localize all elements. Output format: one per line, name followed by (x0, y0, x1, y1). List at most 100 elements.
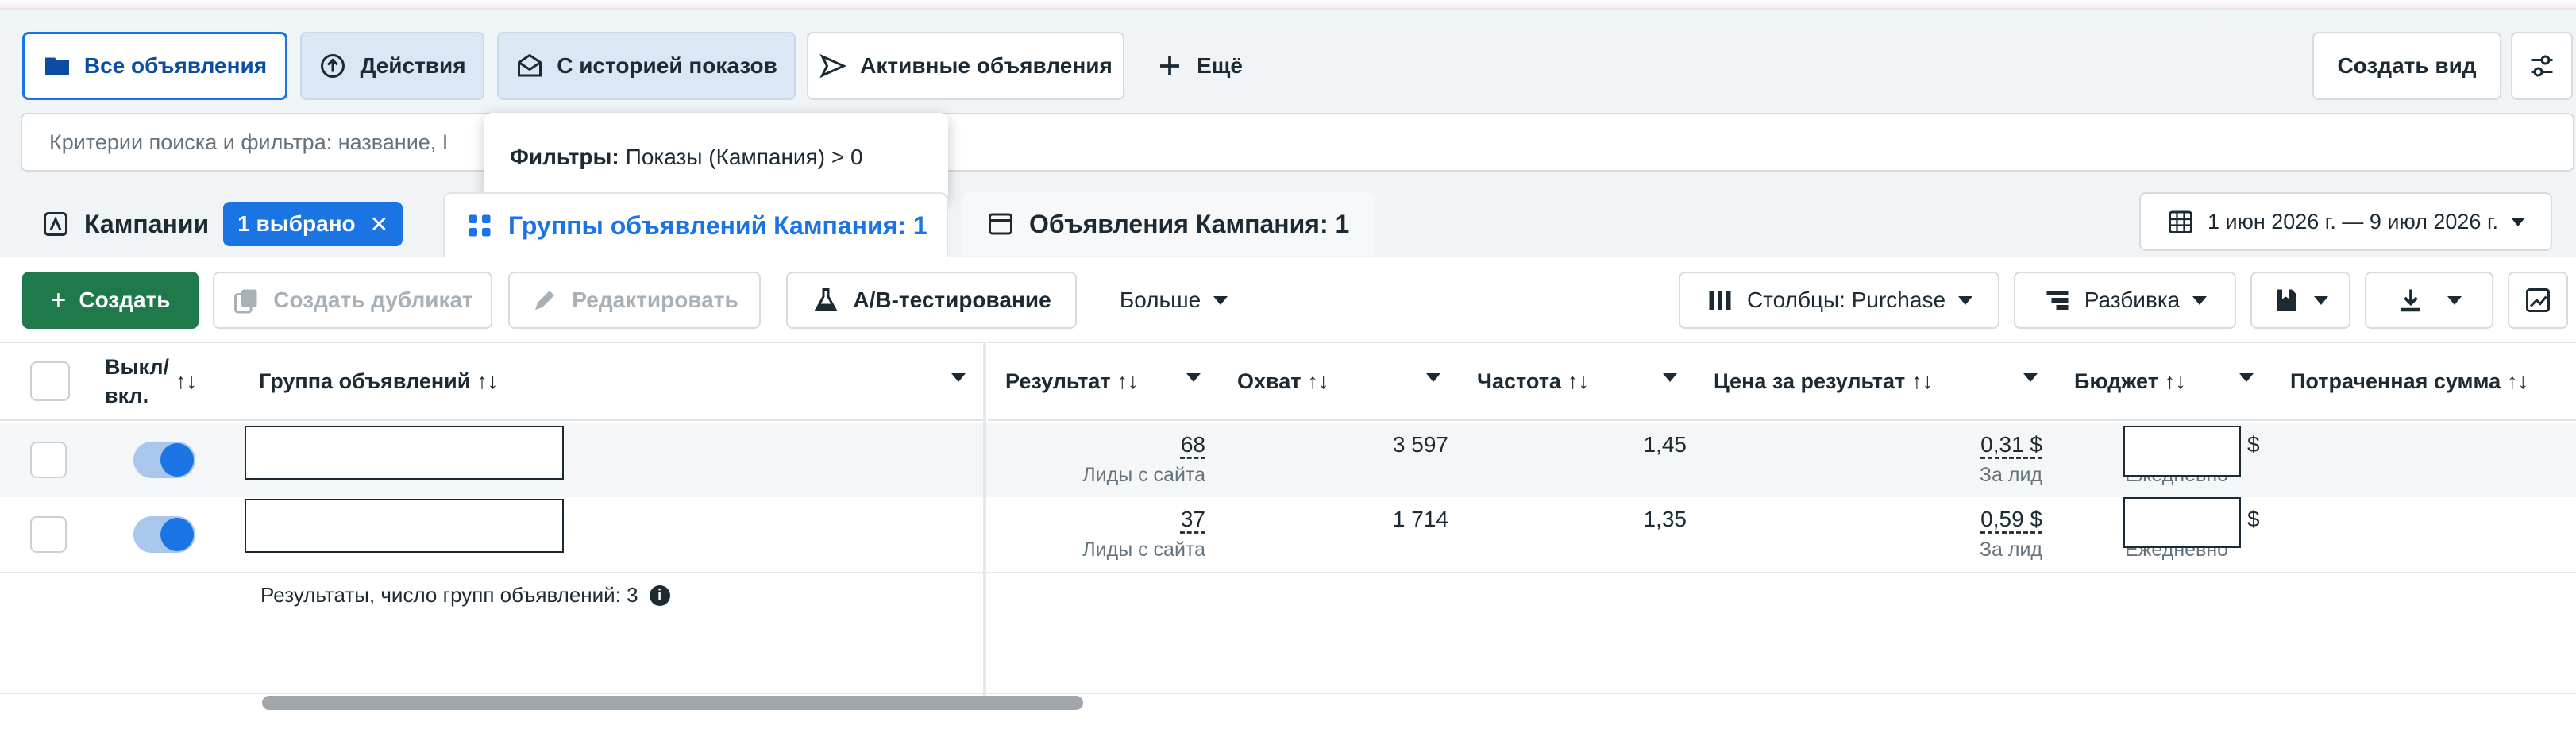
more-actions-button[interactable]: Больше (1102, 272, 1245, 329)
cost-value[interactable]: 0,31 $ (1696, 432, 2042, 457)
header-reach[interactable]: Охват ↑↓ (1220, 342, 1460, 421)
search-placeholder: Критерии поиска и фильтра: название, I (49, 129, 449, 154)
tab-ads[interactable]: Объявления Кампания: 1 (962, 192, 1375, 256)
row-toggle[interactable] (133, 516, 195, 553)
close-icon[interactable]: ✕ (370, 211, 388, 237)
columns-button-label: Столбцы: Purchase (1746, 288, 1946, 312)
budget-amount-redacted (2123, 497, 2241, 548)
plus-icon: + (50, 284, 67, 315)
summary-row: Результаты, число групп объявлений: 3 i (260, 583, 670, 608)
row-divider (0, 572, 2576, 573)
info-icon[interactable]: i (649, 585, 670, 606)
view-actions-label: Действия (360, 53, 466, 78)
sliders-icon (2528, 52, 2556, 80)
charts-button[interactable] (2508, 272, 2568, 329)
export-button[interactable] (2365, 272, 2493, 329)
more-actions-label: Больше (1119, 288, 1201, 312)
view-active-ads-label: Активные объявления (860, 53, 1113, 78)
budget-currency: $ (2247, 507, 2260, 531)
tab-campaigns[interactable]: Кампании 1 выбрано ✕ (32, 192, 438, 256)
chevron-down-icon[interactable] (1186, 373, 1201, 382)
sort-icon[interactable]: ↑↓ (2165, 369, 2186, 394)
reach-value: 1 714 (1392, 507, 1448, 531)
sort-icon[interactable]: ↑↓ (175, 369, 197, 394)
sort-icon[interactable]: ↑↓ (1308, 369, 1329, 394)
result-value[interactable]: 68 (988, 432, 1205, 457)
header-frequency-label: Частота (1477, 369, 1561, 393)
chevron-down-icon (2314, 295, 2328, 305)
view-with-history-button[interactable]: С историей показов (497, 32, 796, 100)
row-checkbox[interactable] (30, 516, 67, 553)
tab-campaigns-label: Кампании (84, 209, 210, 238)
select-all-checkbox[interactable] (30, 361, 70, 401)
chevron-down-icon (1213, 295, 1228, 305)
create-view-button[interactable]: Создать вид (2312, 32, 2501, 100)
sort-icon[interactable]: ↑↓ (2507, 369, 2528, 394)
table-row[interactable]: 68 Лиды с сайта 3 597 1,45 0,31 $ За лид… (0, 423, 2576, 497)
sort-icon[interactable]: ↑↓ (1911, 369, 1933, 394)
chevron-down-icon[interactable] (2239, 373, 2254, 382)
sort-icon[interactable]: ↑↓ (1117, 369, 1139, 394)
header-cost-per-result[interactable]: Цена за результат ↑↓ (1696, 342, 2057, 421)
chevron-down-icon (1958, 295, 1973, 305)
campaign-icon (41, 210, 70, 238)
breakdown-icon (2043, 286, 2072, 315)
header-budget-label: Бюджет (2074, 369, 2158, 393)
window-top-edge (0, 0, 2576, 10)
cost-value[interactable]: 0,59 $ (1696, 507, 2042, 532)
ab-test-button[interactable]: A/B-тестирование (786, 272, 1077, 329)
header-result[interactable]: Результат ↑↓ (988, 342, 1220, 421)
duplicate-button[interactable]: Создать дубликат (213, 272, 492, 329)
duplicate-icon (232, 286, 260, 315)
header-spent[interactable]: Потраченная сумма ↑↓ (2273, 342, 2576, 421)
view-actions-button[interactable]: Действия (300, 32, 484, 100)
chevron-down-icon[interactable] (951, 373, 966, 382)
frequency-value: 1,45 (1643, 432, 1687, 457)
tab-adsets[interactable]: Группы объявлений Кампания: 1 (443, 192, 948, 257)
header-adset[interactable]: Группа объявлений ↑↓ (241, 342, 985, 421)
reach-value: 3 597 (1392, 432, 1448, 457)
envelope-icon (515, 52, 544, 80)
plus-icon (1155, 52, 1184, 80)
horizontal-scrollbar[interactable] (262, 696, 1083, 710)
create-button[interactable]: + Создать (22, 272, 199, 329)
header-select-all[interactable] (0, 342, 76, 421)
view-settings-button[interactable] (2511, 32, 2573, 100)
view-all-ads-button[interactable]: Все объявления (22, 32, 287, 100)
chevron-down-icon[interactable] (1663, 373, 1677, 382)
row-checkbox[interactable] (30, 442, 67, 478)
selected-badge[interactable]: 1 выбрано ✕ (223, 202, 403, 246)
filter-tooltip: Фильтры: Показы (Кампания) > 0 (484, 113, 948, 202)
date-range-picker[interactable]: 1 июн 2026 г. — 9 июл 2026 г. (2139, 192, 2552, 251)
tab-adsets-label: Группы объявлений Кампания: 1 (508, 210, 927, 240)
chevron-down-icon (2511, 217, 2526, 226)
header-budget[interactable]: Бюджет ↑↓ (2057, 342, 2273, 421)
view-more-button[interactable]: Ещё (1136, 32, 1263, 100)
table-row[interactable]: 37 Лиды с сайта 1 714 1,35 0,59 $ За лид… (0, 497, 2576, 572)
header-frequency[interactable]: Частота ↑↓ (1460, 342, 1696, 421)
chevron-down-icon[interactable] (1426, 373, 1440, 382)
chevron-down-icon[interactable] (2023, 373, 2038, 382)
send-icon (819, 52, 847, 80)
header-toggle[interactable]: Выкл/ вкл. ↑↓ (76, 342, 241, 421)
view-active-ads-button[interactable]: Активные объявления (807, 32, 1124, 100)
ab-test-button-label: A/B-тестирование (853, 288, 1051, 312)
columns-button[interactable]: Столбцы: Purchase (1679, 272, 1999, 329)
summary-text: Результаты, число групп объявлений: 3 (260, 583, 638, 607)
sort-icon[interactable]: ↑↓ (476, 369, 498, 394)
flask-icon (812, 286, 840, 315)
chevron-down-icon (2192, 295, 2208, 305)
report-icon (2273, 286, 2301, 315)
table-bottom-border (0, 693, 2576, 694)
breakdown-button[interactable]: Разбивка (2014, 272, 2236, 329)
edit-button[interactable]: Редактировать (508, 272, 761, 329)
result-value[interactable]: 37 (988, 507, 1205, 532)
budget-amount-redacted (2123, 426, 2241, 477)
sort-icon[interactable]: ↑↓ (1568, 369, 1589, 394)
trend-chart-icon (2524, 286, 2552, 315)
row-toggle[interactable] (133, 442, 195, 478)
search-input[interactable]: Критерии поиска и фильтра: название, I (21, 113, 2574, 172)
result-type: Лиды с сайта (1082, 538, 1205, 561)
reports-button[interactable] (2250, 272, 2350, 329)
header-toggle-label: Выкл/ вкл. (105, 355, 170, 407)
